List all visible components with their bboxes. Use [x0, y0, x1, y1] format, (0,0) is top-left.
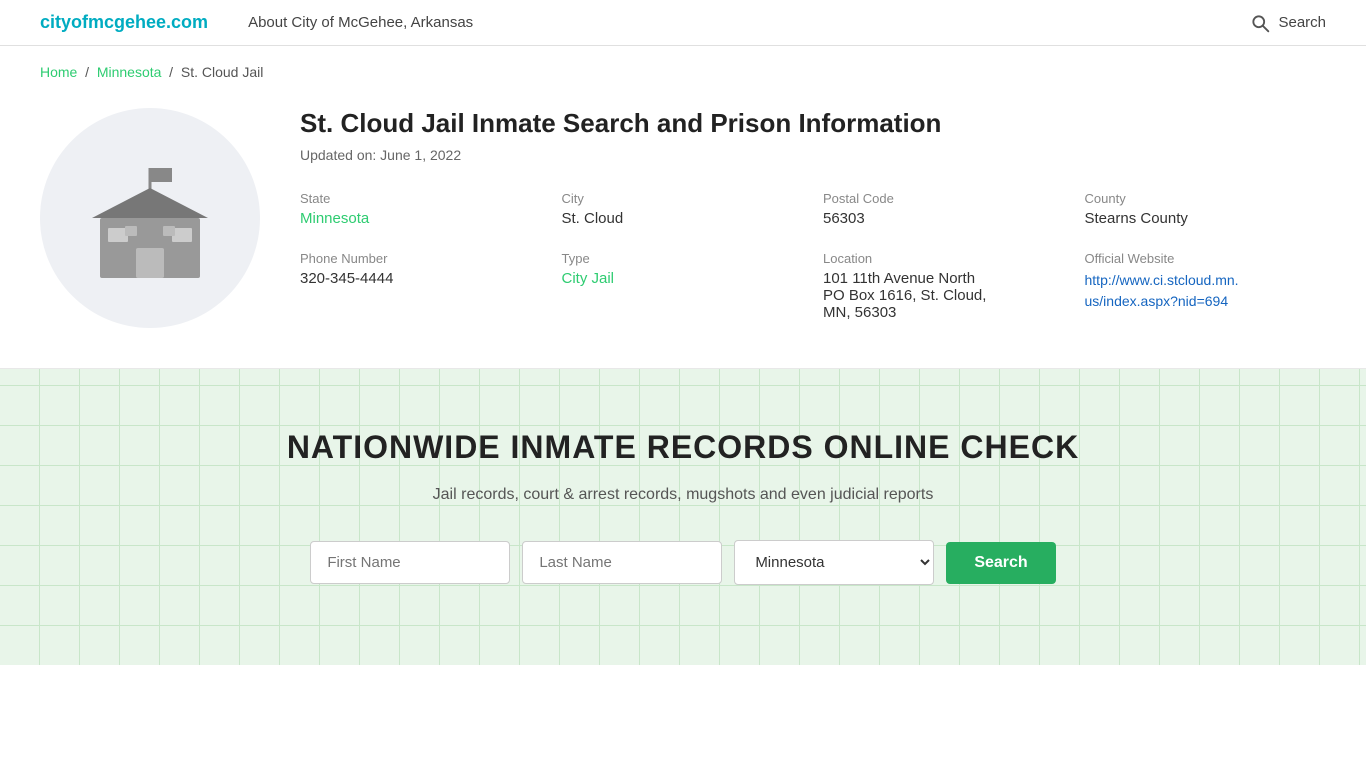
site-logo[interactable]: cityofmcgehee.com [40, 12, 208, 33]
search-icon [1250, 13, 1270, 33]
first-name-input[interactable] [310, 541, 510, 584]
breadcrumb-state[interactable]: Minnesota [97, 64, 162, 80]
header-search-button[interactable]: Search [1250, 13, 1326, 33]
nationwide-section: NATIONWIDE INMATE RECORDS ONLINE CHECK J… [0, 369, 1366, 665]
location-label: Location [823, 251, 1065, 266]
postal-field: Postal Code 56303 [823, 191, 1065, 227]
header-search-label: Search [1278, 14, 1326, 31]
county-label: County [1085, 191, 1327, 206]
facility-title: St. Cloud Jail Inmate Search and Prison … [300, 108, 1326, 139]
nationwide-title: NATIONWIDE INMATE RECORDS ONLINE CHECK [40, 429, 1326, 466]
postal-value: 56303 [823, 210, 1065, 227]
type-label: Type [562, 251, 804, 266]
city-label: City [562, 191, 804, 206]
city-value: St. Cloud [562, 210, 804, 227]
header-nav: About City of McGehee, Arkansas [248, 14, 1250, 31]
breadcrumb-sep2: / [165, 64, 181, 80]
phone-field: Phone Number 320-345-4444 [300, 251, 542, 321]
facility-updated: Updated on: June 1, 2022 [300, 147, 1326, 163]
state-value[interactable]: Minnesota [300, 210, 542, 227]
state-select[interactable]: AlabamaAlaskaArizonaArkansasCaliforniaCo… [734, 540, 934, 585]
nationwide-subtitle: Jail records, court & arrest records, mu… [40, 486, 1326, 504]
header: cityofmcgehee.com About City of McGehee,… [0, 0, 1366, 46]
info-section: St. Cloud Jail Inmate Search and Prison … [300, 108, 1326, 321]
phone-value: 320-345-4444 [300, 270, 542, 287]
location-line2: PO Box 1616, St. Cloud, [823, 287, 986, 304]
search-button[interactable]: Search [946, 542, 1055, 584]
city-field: City St. Cloud [562, 191, 804, 227]
breadcrumb-current: St. Cloud Jail [181, 64, 263, 80]
main-content: St. Cloud Jail Inmate Search and Prison … [0, 98, 1366, 368]
website-value[interactable]: http://www.ci.stcloud.mn. us/index.aspx?… [1085, 270, 1327, 312]
last-name-input[interactable] [522, 541, 722, 584]
location-line1: 101 11th Avenue North [823, 270, 975, 287]
phone-label: Phone Number [300, 251, 542, 266]
facility-building-icon [70, 138, 230, 298]
website-label: Official Website [1085, 251, 1327, 266]
state-label: State [300, 191, 542, 206]
location-line3: MN, 56303 [823, 304, 896, 321]
type-value[interactable]: City Jail [562, 270, 804, 287]
info-grid: State Minnesota City St. Cloud Postal Co… [300, 191, 1326, 321]
county-value: Stearns County [1085, 210, 1327, 227]
website-line2: us/index.aspx?nid=694 [1085, 293, 1229, 309]
location-value: 101 11th Avenue North PO Box 1616, St. C… [823, 270, 1065, 321]
breadcrumb-sep1: / [81, 64, 97, 80]
county-field: County Stearns County [1085, 191, 1327, 227]
website-line1: http://www.ci.stcloud.mn. [1085, 272, 1239, 288]
location-field: Location 101 11th Avenue North PO Box 16… [823, 251, 1065, 321]
postal-label: Postal Code [823, 191, 1065, 206]
breadcrumb: Home / Minnesota / St. Cloud Jail [0, 46, 1366, 98]
state-field: State Minnesota [300, 191, 542, 227]
inmate-search-form: AlabamaAlaskaArizonaArkansasCaliforniaCo… [40, 540, 1326, 585]
facility-image [40, 108, 260, 328]
website-field: Official Website http://www.ci.stcloud.m… [1085, 251, 1327, 321]
type-field: Type City Jail [562, 251, 804, 321]
breadcrumb-home[interactable]: Home [40, 64, 77, 80]
